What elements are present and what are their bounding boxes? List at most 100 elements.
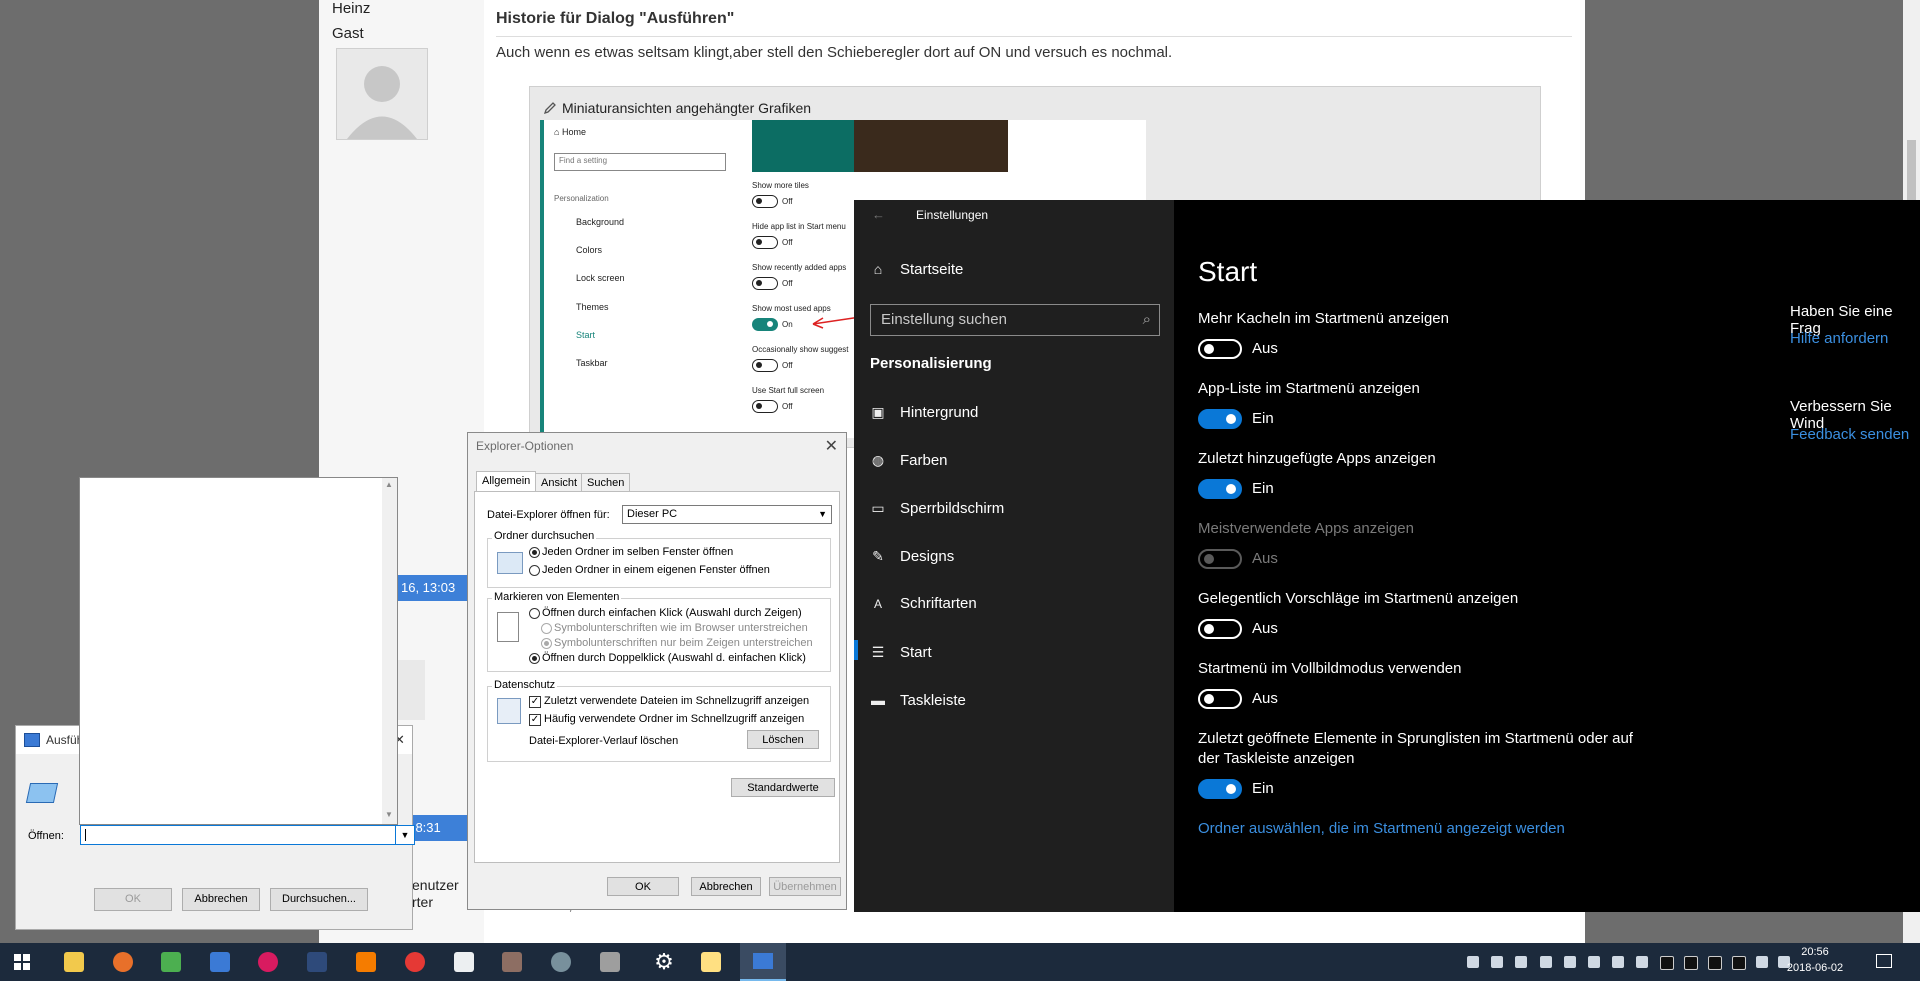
run-command-input[interactable] bbox=[80, 825, 397, 845]
post-user-rank: rter bbox=[412, 894, 433, 910]
checkbox-label: Zuletzt verwendete Dateien im Schnellzug… bbox=[544, 695, 810, 707]
tray-icon[interactable] bbox=[1588, 956, 1600, 968]
choose-folders-link[interactable]: Ordner auswählen, die im Startmenü angez… bbox=[1198, 820, 1565, 837]
settings-search-input[interactable]: Einstellung suchen ⌕ bbox=[870, 304, 1160, 336]
toggle-more-tiles[interactable] bbox=[1198, 339, 1242, 359]
app-icon[interactable] bbox=[551, 952, 571, 972]
close-icon[interactable]: ✕ bbox=[825, 436, 838, 456]
post-user-name[interactable]: Heinz bbox=[332, 0, 370, 17]
radio-single-click[interactable] bbox=[529, 608, 540, 619]
clock-date[interactable]: 2018-06-02 bbox=[1780, 962, 1850, 974]
toggle-most-used-apps[interactable] bbox=[1198, 549, 1242, 569]
tray-icon[interactable] bbox=[1660, 956, 1674, 970]
tray-icon[interactable] bbox=[1491, 956, 1503, 968]
lock-screen-icon: ▭ bbox=[871, 500, 885, 516]
chevron-down-icon[interactable]: ▼ bbox=[395, 825, 415, 845]
app-icon[interactable] bbox=[600, 952, 620, 972]
cancel-button[interactable]: Abbrechen bbox=[182, 888, 260, 911]
notepad-icon[interactable] bbox=[161, 952, 181, 972]
file-explorer-icon[interactable] bbox=[64, 952, 84, 972]
back-arrow-icon[interactable]: ← bbox=[872, 207, 885, 222]
radio-same-window[interactable] bbox=[529, 547, 540, 558]
thumb-toggle bbox=[752, 359, 778, 372]
toggle-suggestions[interactable] bbox=[1198, 619, 1242, 639]
run-icon[interactable] bbox=[210, 952, 230, 972]
radio-double-click[interactable] bbox=[529, 653, 540, 664]
thumb-option-label: Use Start full screen bbox=[752, 386, 825, 395]
scroll-up-icon[interactable]: ▲ bbox=[385, 480, 393, 489]
ok-button[interactable]: OK bbox=[94, 888, 172, 911]
checkbox-recent-files[interactable]: ✓ bbox=[529, 696, 541, 708]
tray-icon[interactable] bbox=[1540, 956, 1552, 968]
firefox-icon[interactable] bbox=[113, 952, 133, 972]
gear-icon[interactable]: ⚙ bbox=[651, 949, 677, 975]
thumb-toggle-state: Off bbox=[782, 361, 793, 370]
open-for-select[interactable]: Dieser PC ▼ bbox=[622, 505, 832, 524]
sidebar-item-colors[interactable]: ◍ Farben bbox=[870, 449, 948, 471]
radio-label: Öffnen durch Doppelklick (Auswahl d. ein… bbox=[542, 652, 806, 664]
debian-icon[interactable] bbox=[258, 952, 278, 972]
cursor-document-icon bbox=[497, 612, 519, 642]
tray-icon[interactable] bbox=[1732, 956, 1746, 970]
scroll-down-icon[interactable]: ▼ bbox=[385, 810, 393, 819]
toggle-app-list[interactable] bbox=[1198, 409, 1242, 429]
toggle-state: Ein bbox=[1252, 480, 1274, 497]
vlc-icon[interactable] bbox=[356, 952, 376, 972]
printer-icon[interactable] bbox=[1564, 956, 1576, 968]
sidebar-item-lock-screen[interactable]: ▭ Sperrbildschirm bbox=[870, 497, 1004, 519]
search-icon[interactable]: ⌕ bbox=[1143, 305, 1151, 335]
app-icon[interactable] bbox=[454, 952, 474, 972]
thumb-nav-item: Taskbar bbox=[576, 358, 608, 368]
avatar bbox=[336, 48, 428, 140]
cancel-button[interactable]: Abbrechen bbox=[691, 877, 761, 896]
browse-button[interactable]: Durchsuchen... bbox=[270, 888, 368, 911]
run-history-dropdown[interactable]: ▲ ▼ bbox=[79, 477, 398, 825]
thumb-nav-item: Themes bbox=[576, 302, 609, 312]
toggle-fullscreen[interactable] bbox=[1198, 689, 1242, 709]
notification-icon[interactable] bbox=[1876, 954, 1892, 968]
tray-icon[interactable] bbox=[1515, 956, 1527, 968]
radio-underline-browser[interactable] bbox=[541, 623, 552, 634]
radio-new-window[interactable] bbox=[529, 565, 540, 576]
thumb-toggle-state: On bbox=[782, 320, 793, 329]
clear-history-button[interactable]: Löschen bbox=[747, 730, 819, 749]
tray-icon[interactable] bbox=[1684, 956, 1698, 970]
text-cursor bbox=[85, 829, 86, 841]
shield-icon[interactable] bbox=[1612, 956, 1624, 968]
ok-button[interactable]: OK bbox=[607, 877, 679, 896]
tab-search[interactable]: Suchen bbox=[581, 473, 631, 493]
help-link[interactable]: Hilfe anfordern bbox=[1790, 330, 1888, 347]
sidebar-item-background[interactable]: ▣ Hintergrund bbox=[870, 401, 978, 423]
tab-general[interactable]: Allgemein bbox=[476, 471, 537, 493]
apply-button[interactable]: Übernehmen bbox=[769, 877, 841, 896]
dropbox-icon[interactable] bbox=[1636, 956, 1648, 968]
tray-icon[interactable] bbox=[1467, 956, 1479, 968]
sidebar-item-taskbar[interactable]: ▬ Taskleiste bbox=[870, 689, 966, 711]
scrollbar-thumb[interactable] bbox=[1907, 140, 1916, 200]
attachments-title: Miniaturansichten angehängter Grafiken bbox=[562, 100, 812, 116]
checkbox-label: Häufig verwendete Ordner im Schnellzugri… bbox=[544, 713, 805, 725]
windows-start-icon[interactable] bbox=[14, 954, 30, 970]
clock-time[interactable]: 20:56 bbox=[1780, 946, 1850, 958]
tab-view[interactable]: Ansicht bbox=[535, 473, 584, 493]
network-icon[interactable] bbox=[1756, 956, 1768, 968]
tray-icon[interactable] bbox=[1708, 956, 1722, 970]
app-icon[interactable] bbox=[502, 952, 522, 972]
feedback-link[interactable]: Feedback senden bbox=[1790, 426, 1909, 443]
checkbox-frequent-folders[interactable]: ✓ bbox=[529, 714, 541, 726]
sidebar-item-start[interactable]: ☰ Start bbox=[870, 641, 932, 663]
toggle-jump-lists[interactable] bbox=[1198, 779, 1242, 799]
sidebar-item-home[interactable]: ⌂ Startseite bbox=[870, 258, 964, 280]
chrome-icon[interactable] bbox=[405, 952, 425, 972]
sidebar-item-designs[interactable]: ✎ Designs bbox=[870, 545, 954, 567]
run-program-icon bbox=[25, 783, 59, 803]
radio-underline-hover[interactable] bbox=[541, 638, 552, 649]
sidebar-item-fonts[interactable]: A Schriftarten bbox=[870, 593, 977, 615]
thumb-nav-item: Background bbox=[576, 217, 625, 227]
defaults-button[interactable]: Standardwerte bbox=[731, 778, 835, 797]
sticky-notes-icon[interactable] bbox=[701, 952, 721, 972]
freecommander-icon[interactable] bbox=[307, 952, 327, 972]
toggle-recent-apps[interactable] bbox=[1198, 479, 1242, 499]
dropdown-scrollbar[interactable]: ▲ ▼ bbox=[382, 478, 397, 824]
taskbar-run-active[interactable] bbox=[740, 943, 786, 981]
